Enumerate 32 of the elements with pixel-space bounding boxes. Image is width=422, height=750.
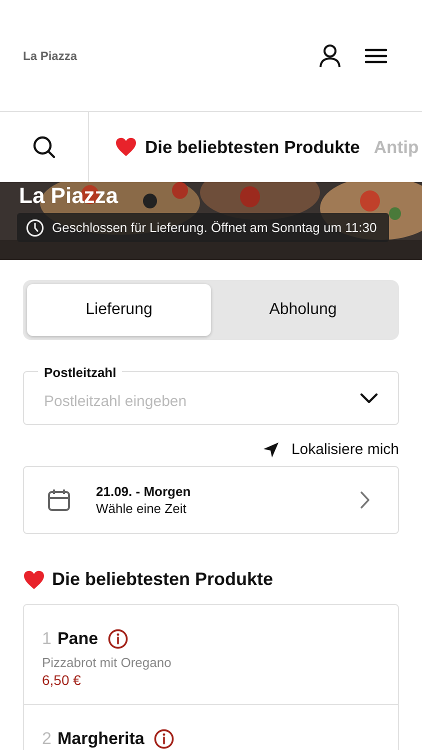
chevron-down-icon [360,392,378,404]
date-title: 21.09. - Morgen [96,484,192,499]
heart-icon [23,570,45,590]
zip-input[interactable]: Postleitzahl eingeben [44,392,360,410]
date-card[interactable]: 21.09. - Morgen Wähle eine Zeit [23,466,399,534]
product-name: Pane [57,629,98,649]
product-number: 1 [42,629,52,649]
calendar-icon [47,488,71,512]
restaurant-name: La Piazza [23,48,78,62]
user-icon[interactable] [319,44,341,68]
location-arrow-icon [263,442,280,458]
locate-button[interactable]: Lokalisiere mich [263,441,399,458]
product-price: 6,50 € [42,672,82,688]
product-name: Margherita [57,729,144,749]
search-icon[interactable] [32,135,56,159]
field-label: Postleitzahl [38,365,122,380]
banner-title: La Piazza [19,183,118,209]
product-item[interactable]: 1 Pane Pizzabrot mit Oregano 6,50 € [24,605,398,705]
product-number: 2 [42,729,52,749]
mode-tab[interactable]: Abholung [211,284,395,336]
date-subtitle: Wähle eine Zeit [96,501,188,516]
clock-icon [26,218,44,236]
chevron-right-icon [360,491,370,509]
category-tab[interactable]: Die beliebtesten Produkte [91,136,360,158]
mode-tab[interactable]: Lieferung [27,284,211,336]
product-item[interactable]: 2 Margherita [24,705,398,750]
status-text: Geschlossen für Lieferung. Öffnet am Sonntag um 11:30 [52,220,377,235]
menu-icon[interactable] [365,48,387,64]
section-title: Die beliebtesten Produkte [52,569,274,590]
info-icon[interactable] [108,629,128,649]
product-description: Pizzabrot mit Oregano [42,655,172,670]
info-icon[interactable] [154,729,174,749]
